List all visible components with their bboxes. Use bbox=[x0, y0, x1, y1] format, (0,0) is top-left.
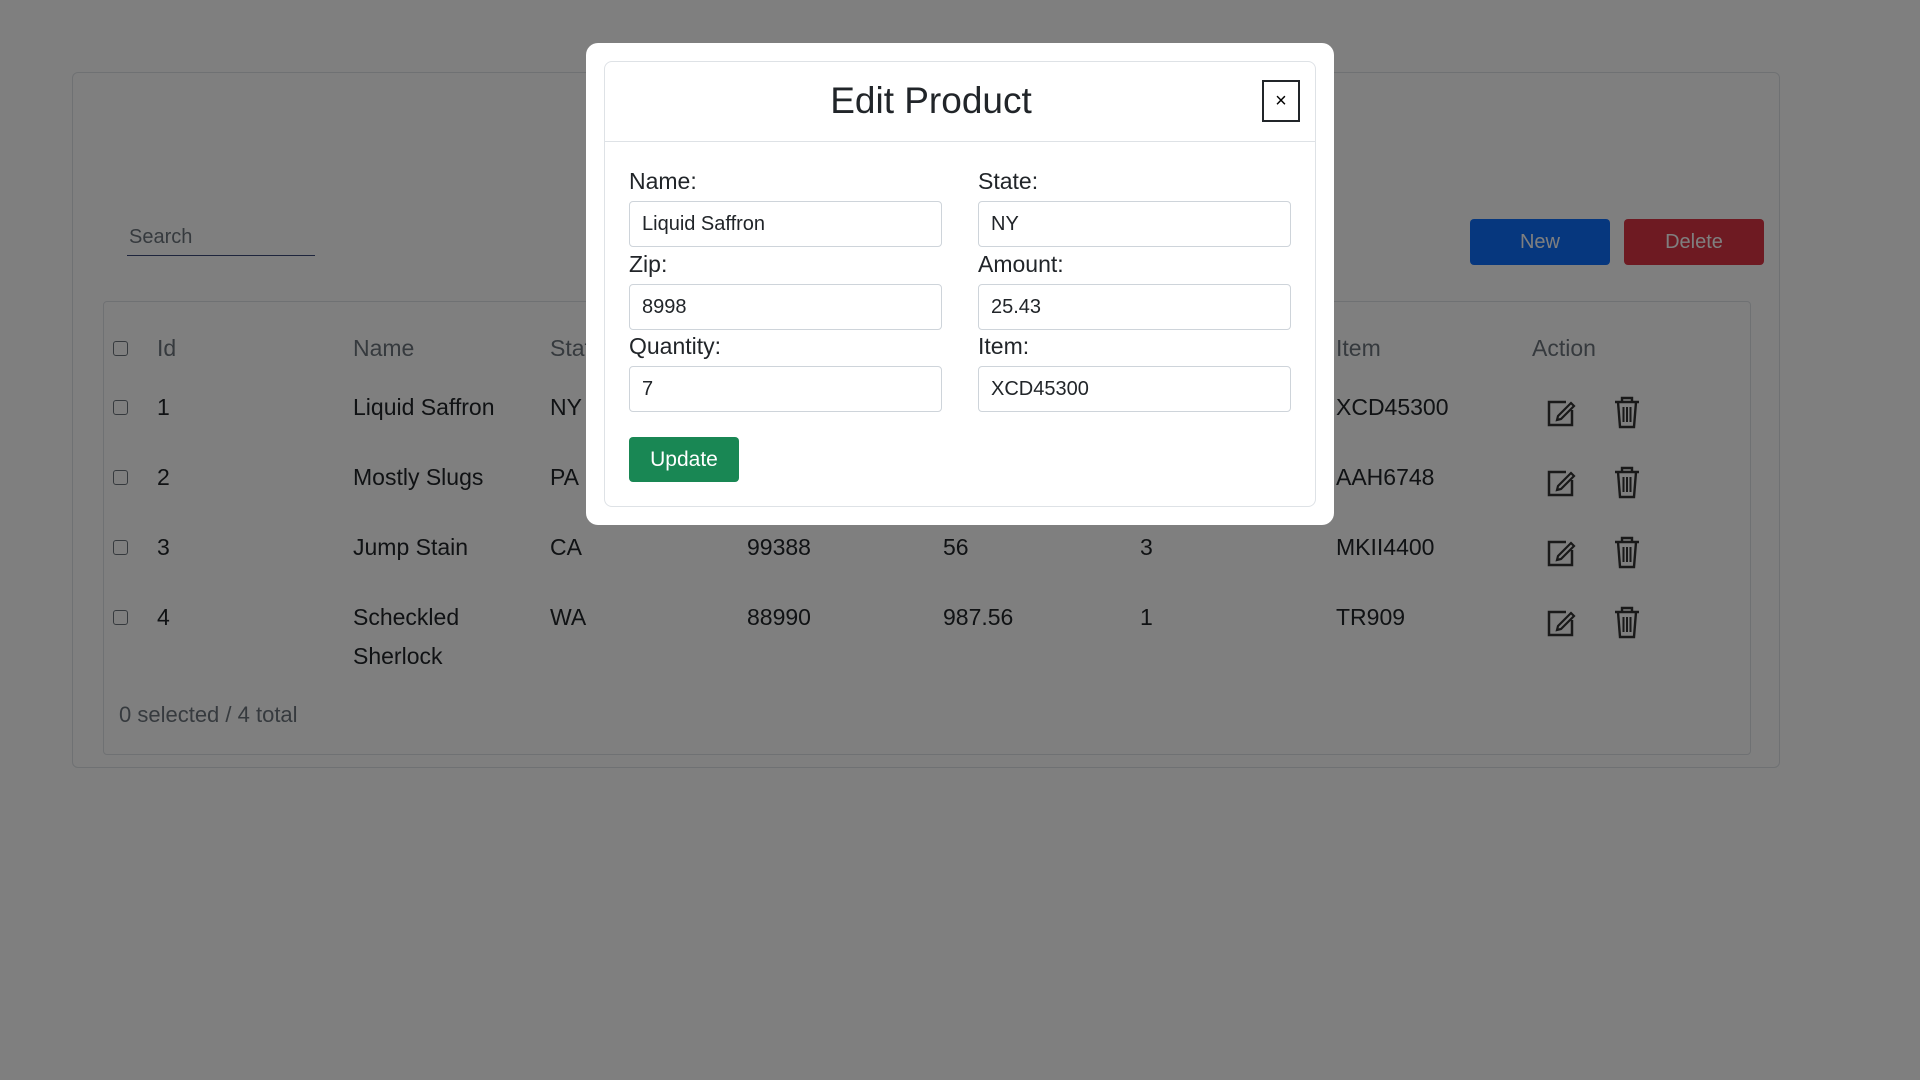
item-label: Item: bbox=[978, 333, 1030, 359]
name-label: Name: bbox=[629, 168, 697, 194]
modal-content: Edit Product × Name: State: Zip: Amount:… bbox=[604, 61, 1316, 507]
update-button[interactable]: Update bbox=[629, 437, 739, 482]
state-label: State: bbox=[978, 168, 1039, 194]
modal-title: Edit Product bbox=[830, 80, 1032, 121]
zip-field[interactable] bbox=[629, 284, 942, 330]
amount-label: Amount: bbox=[978, 251, 1064, 277]
edit-product-modal: Edit Product × Name: State: Zip: Amount:… bbox=[586, 43, 1334, 525]
close-button[interactable]: × bbox=[1262, 80, 1300, 122]
quantity-field[interactable] bbox=[629, 366, 942, 412]
quantity-label: Quantity: bbox=[629, 333, 722, 359]
modal-header: Edit Product × bbox=[605, 62, 1315, 142]
zip-label: Zip: bbox=[629, 251, 668, 277]
name-field[interactable] bbox=[629, 201, 942, 247]
item-field[interactable] bbox=[978, 366, 1291, 412]
state-field[interactable] bbox=[978, 201, 1291, 247]
amount-field[interactable] bbox=[978, 284, 1291, 330]
